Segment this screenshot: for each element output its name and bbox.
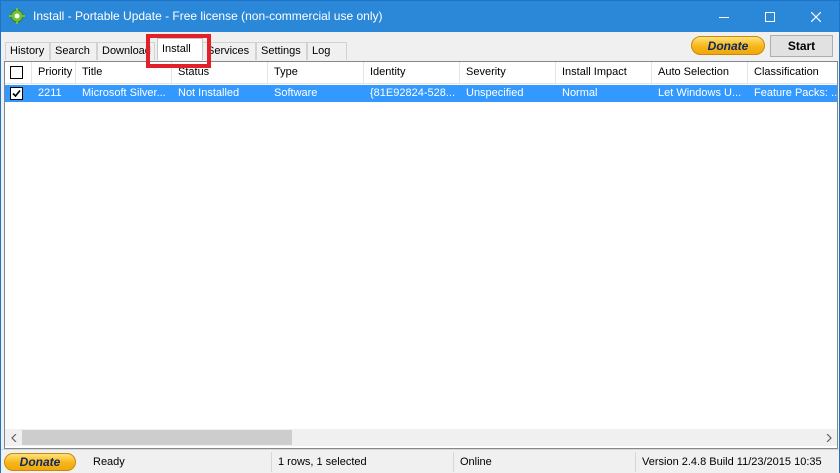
column-status[interactable]: Status xyxy=(172,62,268,84)
table-row[interactable]: 2211 Microsoft Silver... Not Installed S… xyxy=(5,85,838,102)
select-all-column[interactable] xyxy=(5,62,32,84)
column-priority[interactable]: Priority xyxy=(32,62,76,84)
column-install-impact[interactable]: Install Impact xyxy=(556,62,652,84)
scroll-right-icon[interactable] xyxy=(820,429,837,446)
cell-title: Microsoft Silver... xyxy=(82,87,166,99)
column-classification[interactable]: Classification xyxy=(748,62,837,84)
scroll-left-icon[interactable] xyxy=(5,429,22,446)
tab-history[interactable]: History xyxy=(5,42,50,60)
column-identity[interactable]: Identity xyxy=(364,62,460,84)
tab-settings[interactable]: Settings xyxy=(256,42,307,60)
close-icon xyxy=(811,11,821,22)
checkmark-icon xyxy=(12,89,21,98)
tab-download[interactable]: Download xyxy=(97,42,155,60)
donate-button[interactable]: Donate xyxy=(691,36,765,55)
title-bar[interactable]: Install - Portable Update - Free license… xyxy=(1,1,839,32)
cell-status: Not Installed xyxy=(178,87,240,99)
status-selection: 1 rows, 1 selected xyxy=(271,452,453,472)
column-auto-selection[interactable]: Auto Selection xyxy=(652,62,748,84)
column-severity[interactable]: Severity xyxy=(460,62,556,84)
app-gear-icon xyxy=(9,8,25,24)
status-state: Ready xyxy=(93,456,125,468)
tab-search[interactable]: Search xyxy=(50,42,97,60)
select-all-checkbox-icon[interactable] xyxy=(10,66,23,79)
tab-services[interactable]: Services xyxy=(202,42,256,60)
status-version: Version 2.4.8 Build 11/23/2015 10:35 xyxy=(635,452,839,472)
maximize-button[interactable] xyxy=(747,1,793,32)
cell-auto-selection: Let Windows U... xyxy=(658,87,742,99)
status-donate-button[interactable]: Donate xyxy=(4,453,76,471)
cell-identity: {81E92824-528... xyxy=(370,87,456,99)
minimize-icon xyxy=(719,16,729,18)
tab-log[interactable]: Log xyxy=(307,42,347,60)
status-bar: Donate Ready 1 rows, 1 selected Online V… xyxy=(1,449,839,473)
status-connection: Online xyxy=(453,452,635,472)
list-header: Priority Title Status Type Identity Seve… xyxy=(5,62,837,84)
scrollbar-thumb[interactable] xyxy=(22,430,292,445)
cell-type: Software xyxy=(274,87,318,99)
horizontal-scrollbar[interactable] xyxy=(5,429,837,446)
window-title: Install - Portable Update - Free license… xyxy=(33,9,383,23)
maximize-icon xyxy=(765,11,775,22)
close-button[interactable] xyxy=(793,1,839,32)
column-title[interactable]: Title xyxy=(76,62,172,84)
cell-priority: 2211 xyxy=(38,87,62,99)
tab-install[interactable]: Install xyxy=(157,38,203,60)
cell-classification: Feature Packs: ... xyxy=(754,87,838,99)
row-checkbox[interactable] xyxy=(10,87,23,100)
minimize-button[interactable] xyxy=(701,1,747,32)
app-window: Install - Portable Update - Free license… xyxy=(0,0,840,473)
updates-list[interactable]: Priority Title Status Type Identity Seve… xyxy=(4,61,838,449)
cell-severity: Unspecified xyxy=(466,87,524,99)
column-type[interactable]: Type xyxy=(268,62,364,84)
cell-install-impact: Normal xyxy=(562,87,598,99)
start-button[interactable]: Start xyxy=(770,35,833,57)
